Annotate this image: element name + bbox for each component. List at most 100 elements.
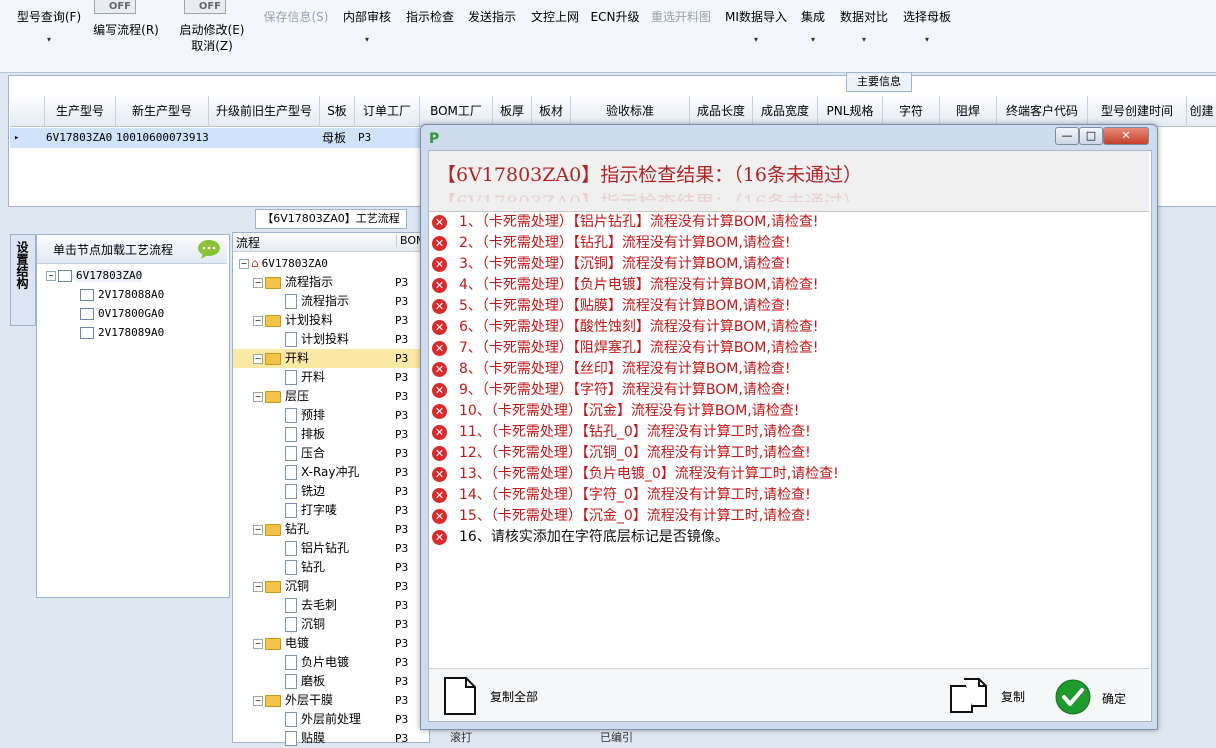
message-item[interactable]: ✕ 5、（卡死需处理）【贴膜】流程没有计算BOM,请检查! [432, 296, 1132, 317]
model-query-button[interactable]: 型号查询(F) ▾ [14, 0, 84, 45]
collapse-icon[interactable]: − [253, 391, 263, 402]
process-step[interactable]: 铝片钻孔 P3 [233, 539, 429, 558]
collapse-icon[interactable]: − [253, 524, 263, 535]
close-button[interactable]: ✕ [1103, 127, 1149, 145]
column-header[interactable]: 验收标准 [571, 96, 690, 127]
collapse-icon[interactable]: − [46, 271, 56, 281]
copy-button[interactable]: 复制 [948, 676, 1038, 716]
process-step[interactable]: 沉铜 P3 [233, 615, 429, 634]
column-header[interactable]: 板材 [532, 96, 571, 127]
integrate-button[interactable]: 集成 ▾ [796, 0, 830, 45]
message-item[interactable]: ✕ 12、（卡死需处理）【沉铜_0】流程没有计算工时,请检查! [432, 443, 1132, 464]
column-header[interactable]: 创建 [1187, 96, 1216, 127]
save-info-button[interactable]: 保存信息(S) [258, 0, 334, 25]
ecn-upgrade-button[interactable]: ECN升级 [588, 0, 642, 25]
doc-online-button[interactable]: 文控上网 [526, 0, 584, 25]
write-process-button[interactable]: 编写流程(R) [88, 22, 164, 38]
select-master-button[interactable]: 选择母板 ▾ [898, 0, 956, 45]
process-step[interactable]: 打字唛 P3 [233, 501, 429, 520]
column-header[interactable]: 升级前旧生产型号 [209, 96, 320, 127]
write-process-toggle[interactable]: OFF [94, 0, 136, 14]
process-group[interactable]: − 钻孔 P3 [233, 520, 429, 539]
process-step[interactable]: 贴膜 P3 [233, 729, 429, 748]
collapse-icon[interactable]: − [253, 695, 263, 706]
collapse-icon[interactable]: − [253, 581, 263, 592]
process-group[interactable]: − 流程指示 P3 [233, 273, 429, 292]
indicator-check-button[interactable]: 指示检查 [402, 0, 458, 25]
column-header[interactable]: BOM工厂 [420, 96, 493, 127]
message-item[interactable]: ✕ 6、（卡死需处理）【酸性蚀刻】流程没有计算BOM,请检查! [432, 317, 1132, 338]
process-step[interactable]: 外层前处理 P3 [233, 710, 429, 729]
collapse-icon[interactable]: − [253, 277, 263, 288]
message-item[interactable]: ✕ 7、（卡死需处理）【阻焊塞孔】流程没有计算BOM,请检查! [432, 338, 1132, 359]
ok-button[interactable]: 确定 [1054, 676, 1138, 716]
column-header[interactable]: 板厚 [493, 96, 532, 127]
data-compare-button[interactable]: 数据对比 ▾ [836, 0, 892, 45]
column-header[interactable]: 成品宽度 [753, 96, 818, 127]
internal-review-button[interactable]: 内部审核 ▾ [338, 0, 396, 45]
message-item[interactable]: ✕ 3、（卡死需处理）【沉铜】流程没有计算BOM,请检查! [432, 254, 1132, 275]
column-header[interactable]: 终端客户代码 [997, 96, 1088, 127]
tree-child[interactable]: 2V178088A0 [80, 287, 164, 303]
message-item[interactable]: ✕ 8、（卡死需处理）【丝印】流程没有计算BOM,请检查! [432, 359, 1132, 380]
column-header[interactable]: S板 [320, 96, 355, 127]
message-item[interactable]: ✕ 16、请核实添加在字符底层标记是否镜像。 [432, 527, 1132, 548]
column-header[interactable]: 成品长度 [690, 96, 753, 127]
process-group[interactable]: − 开料 P3 [233, 349, 429, 368]
minimize-button[interactable]: — [1055, 127, 1079, 145]
enable-modify-toggle[interactable]: OFF [184, 0, 226, 14]
copy-all-button[interactable]: 复制全部 [442, 676, 552, 716]
send-indicator-button[interactable]: 发送指示 [464, 0, 520, 25]
message-item[interactable]: ✕ 1、（卡死需处理）【铝片钻孔】流程没有计算BOM,请检查! [432, 212, 1132, 233]
process-step[interactable]: 压合 P3 [233, 444, 429, 463]
column-header[interactable]: 型号创建时间 [1088, 96, 1187, 127]
tab-structure[interactable]: 设置结构 [10, 234, 36, 326]
process-step[interactable]: 负片电镀 P3 [233, 653, 429, 672]
message-item[interactable]: ✕ 11、（卡死需处理）【钻孔_0】流程没有计算工时,请检查! [432, 422, 1132, 443]
process-step[interactable]: 铣边 P3 [233, 482, 429, 501]
message-item[interactable]: ✕ 15、（卡死需处理）【沉金_0】流程没有计算工时,请检查! [432, 506, 1132, 527]
collapse-icon[interactable]: − [253, 315, 263, 326]
message-item[interactable]: ✕ 13、（卡死需处理）【负片电镀_0】流程没有计算工时,请检查! [432, 464, 1132, 485]
message-item[interactable]: ✕ 14、（卡死需处理）【字符_0】流程没有计算工时,请检查! [432, 485, 1132, 506]
message-item[interactable]: ✕ 9、（卡死需处理）【字符】流程没有计算BOM,请检查! [432, 380, 1132, 401]
column-header[interactable]: 字符 [883, 96, 940, 127]
process-group[interactable]: − 计划投料 P3 [233, 311, 429, 330]
collapse-icon[interactable]: − [253, 638, 263, 649]
process-root[interactable]: − ⌂ 6V17803ZA0 [233, 254, 429, 273]
cell-model[interactable]: 6V17803ZA0 [46, 129, 112, 147]
tree-child[interactable]: 2V178089A0 [80, 325, 164, 341]
process-step[interactable]: X-Ray冲孔 P3 [233, 463, 429, 482]
process-group[interactable]: − 电镀 P3 [233, 634, 429, 653]
column-header[interactable]: 阻焊 [940, 96, 997, 127]
enable-modify-button[interactable]: 启动修改(E) 取消(Z) [172, 22, 252, 54]
process-step[interactable]: 计划投料 P3 [233, 330, 429, 349]
process-step[interactable]: 钻孔 P3 [233, 558, 429, 577]
message-item[interactable]: ✕ 2、（卡死需处理）【钻孔】流程没有计算BOM,请检查! [432, 233, 1132, 254]
process-group[interactable]: − 层压 P3 [233, 387, 429, 406]
process-step[interactable]: 磨板 P3 [233, 672, 429, 691]
process-step[interactable]: 流程指示 P3 [233, 292, 429, 311]
tree-root[interactable]: − 6V17803ZA0 [46, 268, 143, 284]
process-group[interactable]: − 外层干膜 P3 [233, 691, 429, 710]
column-header[interactable]: PNL规格 [818, 96, 883, 127]
process-group[interactable]: − 沉铜 P3 [233, 577, 429, 596]
cell-new-model[interactable]: 10010600073913 [116, 129, 209, 147]
mi-import-button[interactable]: MI数据导入 ▾ [722, 0, 790, 45]
process-step[interactable]: 开料 P3 [233, 368, 429, 387]
column-header[interactable]: 新生产型号 [116, 96, 209, 127]
reselect-cut-button[interactable]: 重选开料图 [648, 0, 714, 25]
message-item[interactable]: ✕ 10、（卡死需处理）【沉金】流程没有计算BOM,请检查! [432, 401, 1132, 422]
process-step[interactable]: 排板 P3 [233, 425, 429, 444]
maximize-button[interactable]: □ [1079, 127, 1103, 145]
cell-s-board[interactable]: 母板 [322, 129, 346, 147]
process-step[interactable]: 去毛刺 P3 [233, 596, 429, 615]
process-step[interactable]: 预排 P3 [233, 406, 429, 425]
column-header[interactable]: 生产型号 [45, 96, 116, 127]
grid-corner[interactable] [10, 96, 45, 127]
column-header[interactable]: 订单工厂 [355, 96, 420, 127]
col-flow-header[interactable]: 流程 [236, 234, 260, 251]
cell-factory[interactable]: P3 [358, 129, 371, 147]
tree-child[interactable]: 0V17800GA0 [80, 306, 164, 322]
collapse-icon[interactable]: − [253, 353, 263, 364]
